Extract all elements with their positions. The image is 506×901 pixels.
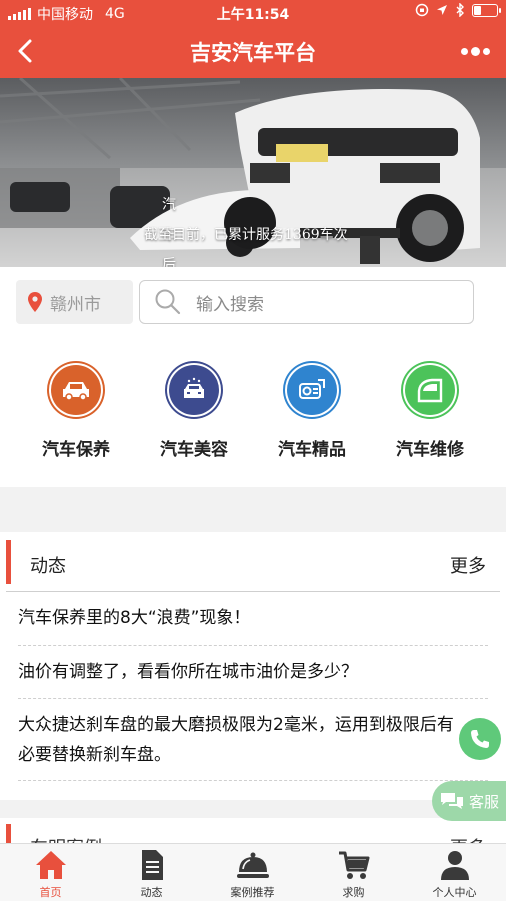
document-icon	[141, 850, 163, 880]
tab-label: 求购	[342, 886, 365, 899]
home-icon	[35, 851, 66, 879]
category-label: 汽车美容	[160, 440, 228, 460]
battery-icon	[472, 3, 501, 17]
orientation-lock-icon	[415, 3, 429, 17]
search-row: 赣州市 输入搜索	[0, 267, 506, 339]
news-header: 动态 更多	[0, 532, 506, 592]
divider	[6, 591, 500, 592]
section-accent-bar	[6, 540, 11, 584]
tab-home[interactable]: 首页	[0, 848, 101, 900]
news-item[interactable]: 油价有调整了，看看你所在城市油价是多少？	[18, 657, 486, 687]
news-section: 动态 更多 汽车保养里的8大“浪费”现象！ 油价有调整了，看看你所在城市油价是多…	[0, 532, 506, 800]
car-icon	[51, 365, 101, 415]
tab-cases[interactable]: 案例推荐	[202, 848, 303, 900]
category-car-accessories[interactable]: 汽车精品	[257, 365, 367, 460]
search-input[interactable]: 输入搜索	[139, 280, 474, 324]
tab-label: 动态	[140, 886, 163, 899]
category-car-beauty[interactable]: 汽车美容	[139, 365, 249, 460]
divider	[18, 780, 488, 781]
status-bar: 中国移动 4G 上午11:54	[0, 0, 506, 24]
news-item[interactable]: 大众捷达刹车盘的最大磨损极限为2毫米，运用到极限后有必要替换新刹车盘。	[18, 710, 466, 770]
car-wash-icon	[169, 365, 219, 415]
city-name: 赣州市	[50, 294, 101, 315]
tab-news[interactable]: 动态	[101, 848, 202, 900]
tab-label: 个人中心	[432, 886, 477, 899]
category-grid: 汽车保养 汽车美容 汽车精品 汽车维修	[0, 339, 506, 487]
news-more-link[interactable]: 更多	[450, 552, 486, 578]
hero-banner[interactable]: 汽车后服务综合生态圈 截至目前，已累计服务1369车次	[0, 78, 506, 267]
news-title: 动态	[30, 556, 66, 577]
cart-icon	[338, 851, 369, 879]
news-item[interactable]: 汽车保养里的8大“浪费”现象！	[18, 603, 486, 633]
customer-service-button[interactable]: 客服	[432, 781, 506, 821]
nav-bar: 吉安汽车平台	[0, 24, 506, 78]
person-icon	[440, 851, 469, 880]
car-accessory-icon	[287, 365, 337, 415]
search-placeholder: 输入搜索	[196, 294, 264, 315]
location-pin-icon	[28, 292, 42, 312]
tab-bar: 首页 动态 案例推荐 求购 个人中心	[0, 843, 506, 901]
category-label: 汽车保养	[42, 440, 110, 460]
category-label: 汽车精品	[278, 440, 346, 460]
more-dots-icon[interactable]	[458, 40, 492, 62]
cloche-icon	[236, 852, 269, 878]
category-car-repair[interactable]: 汽车维修	[375, 365, 485, 460]
banner-subline: 截至目前，已累计服务1369车次	[144, 227, 348, 243]
tab-profile[interactable]: 个人中心	[404, 848, 505, 900]
bluetooth-icon	[456, 3, 464, 17]
tab-purchase[interactable]: 求购	[303, 848, 404, 900]
phone-icon	[471, 730, 489, 748]
car-door-icon	[405, 365, 455, 415]
category-car-maintenance[interactable]: 汽车保养	[21, 365, 131, 460]
service-label: 客服	[469, 792, 500, 811]
divider	[18, 645, 488, 646]
page-title: 吉安汽车平台	[190, 41, 316, 65]
chat-icon	[441, 793, 463, 809]
divider	[18, 698, 488, 699]
location-icon	[437, 5, 447, 15]
city-selector[interactable]: 赣州市	[16, 280, 133, 324]
search-icon	[155, 289, 181, 315]
tab-label: 案例推荐	[230, 886, 275, 899]
tab-label: 首页	[39, 886, 62, 899]
call-button[interactable]	[459, 718, 501, 760]
category-label: 汽车维修	[396, 440, 464, 460]
